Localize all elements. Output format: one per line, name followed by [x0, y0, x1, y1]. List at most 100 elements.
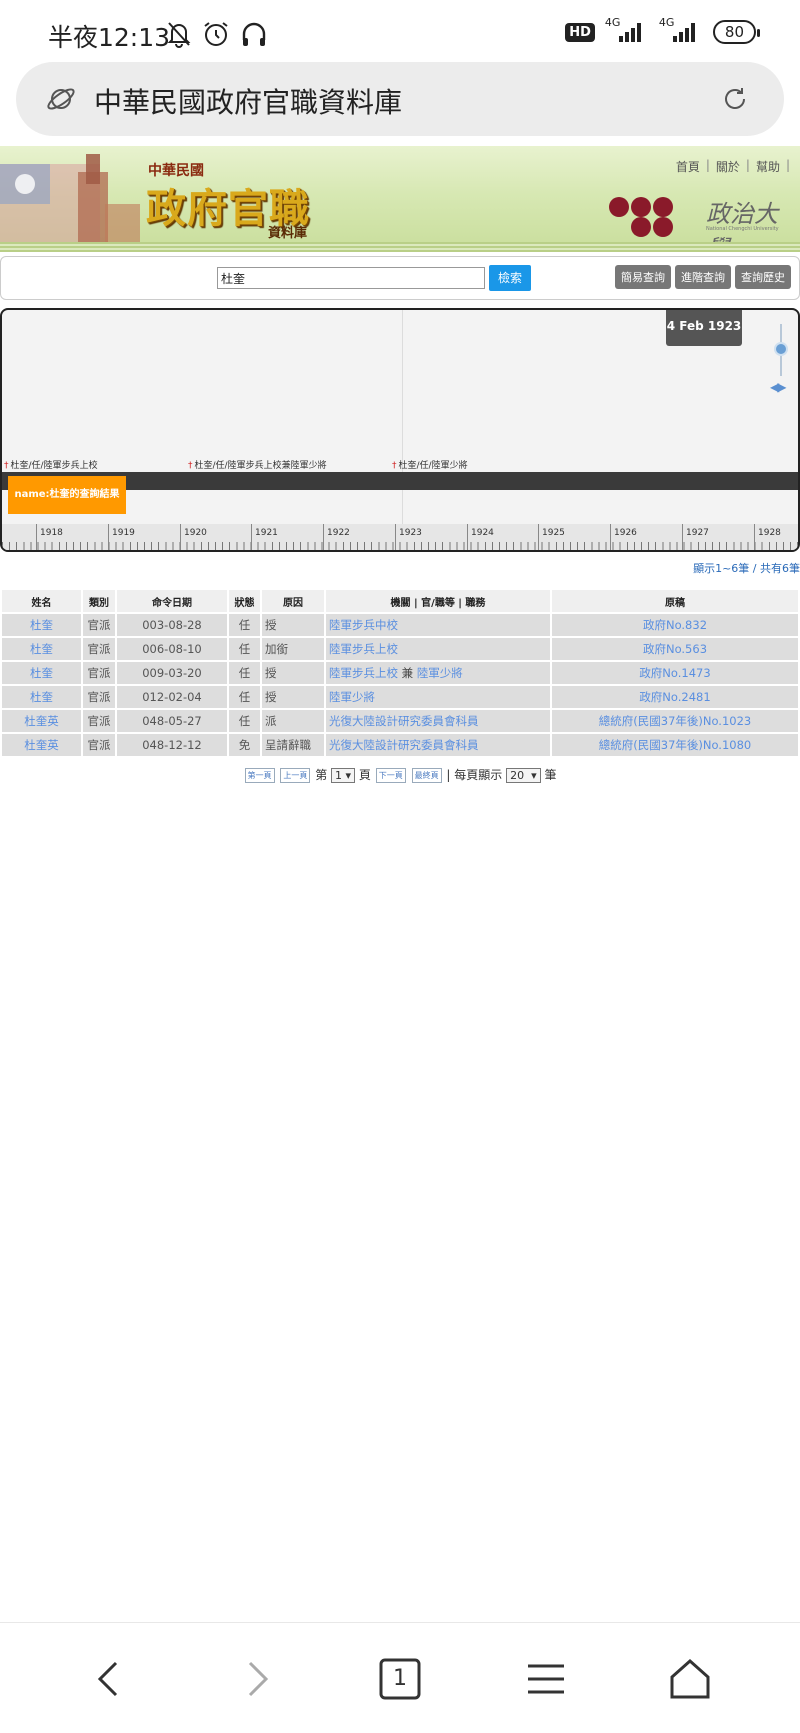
reload-icon[interactable] — [720, 84, 750, 118]
year-label: 1928 — [758, 528, 781, 538]
timeline-current-date: 4 Feb 1923 — [666, 310, 742, 346]
column-header[interactable]: 狀態 — [229, 590, 260, 612]
date-cell: 006-08-10 — [117, 638, 227, 660]
tabs-icon[interactable]: 1 — [370, 1649, 430, 1709]
search-bar: 檢索 簡易查詢 進階查詢 查詢歷史 — [0, 256, 800, 300]
query-history-button[interactable]: 查詢歷史 — [735, 265, 791, 289]
post-link[interactable]: 陸軍步兵上校 — [329, 666, 398, 680]
query-mode-buttons: 簡易查詢 進階查詢 查詢歷史 — [615, 265, 791, 289]
year-label: 1922 — [327, 528, 350, 538]
university-logo-en: National Chengchi University — [706, 226, 779, 232]
year-label: 1921 — [255, 528, 278, 538]
post-link[interactable]: 陸軍步兵上校 — [326, 638, 550, 660]
source-link[interactable]: 總統府(民國37年後)No.1080 — [552, 734, 798, 756]
timeline-event[interactable]: † 杜奎/任/陸軍步兵上校兼陸軍少將 — [188, 458, 327, 471]
column-header[interactable]: 命令日期 — [117, 590, 227, 612]
person-name-link[interactable]: 杜奎英 — [2, 710, 81, 732]
table-row: 杜奎 官派 003-08-28 任 授 陸軍步兵中校 政府No.832 — [2, 614, 798, 636]
address-bar[interactable]: 中華民國政府官職資料庫 — [16, 62, 784, 136]
status-cell: 免 — [229, 734, 260, 756]
person-name-link[interactable]: 杜奎英 — [2, 734, 81, 756]
post-link-extra[interactable]: 陸軍少將 — [417, 666, 463, 680]
status-cell: 任 — [229, 638, 260, 660]
site-header: 中華民國 政府官職 資料庫 首頁| 關於| 幫助| 政治大學 National … — [0, 146, 800, 252]
home-icon[interactable] — [660, 1649, 720, 1709]
source-link[interactable]: 總統府(民國37年後)No.1023 — [552, 710, 798, 732]
reason-cell: 授 — [262, 686, 324, 708]
date-cell: 012-02-04 — [117, 686, 227, 708]
prev-page-button[interactable]: 上一頁 — [280, 768, 311, 783]
page-select[interactable]: 1 ▾ — [331, 768, 356, 783]
year-label: 1924 — [471, 528, 494, 538]
simple-query-button[interactable]: 簡易查詢 — [615, 265, 671, 289]
nav-about[interactable]: 關於 — [716, 158, 740, 175]
person-name-link[interactable]: 杜奎 — [2, 638, 81, 660]
person-name-link[interactable]: 杜奎 — [2, 662, 81, 684]
reason-cell: 加銜 — [262, 638, 324, 660]
source-link[interactable]: 政府No.2481 — [552, 686, 798, 708]
table-row: 杜奎 官派 006-08-10 任 加銜 陸軍步兵上校 政府No.563 — [2, 638, 798, 660]
reason-cell: 授 — [262, 662, 324, 684]
forward-icon[interactable] — [226, 1649, 286, 1709]
source-link[interactable]: 政府No.832 — [552, 614, 798, 636]
person-name-link[interactable]: 杜奎 — [2, 686, 81, 708]
per-page-select[interactable]: 20 ▾ — [506, 768, 541, 783]
status-cell: 任 — [229, 686, 260, 708]
zoom-knob[interactable] — [774, 342, 788, 356]
column-header[interactable]: 原因 — [262, 590, 324, 612]
pan-arrows-icon[interactable]: ◀▶ — [770, 380, 787, 394]
year-label: 1920 — [184, 528, 207, 538]
table-row: 杜奎英 官派 048-05-27 任 派 光復大陸設計研究委員會科員 總統府(民… — [2, 710, 798, 732]
timeline-axis: 1918 1919 1920 1921 1922 1923 1924 1925 … — [2, 524, 798, 550]
browser-bottom-nav: 1 — [0, 1622, 800, 1733]
source-link[interactable]: 政府No.563 — [552, 638, 798, 660]
battery-indicator: 80 — [712, 20, 761, 44]
date-cell: 009-03-20 — [117, 662, 227, 684]
nav-home[interactable]: 首頁 — [676, 158, 700, 175]
column-header[interactable]: 姓名 — [2, 590, 81, 612]
tab-count: 1 — [393, 1666, 407, 1691]
timeline-event[interactable]: † 杜奎/任/陸軍步兵上校 — [4, 458, 98, 471]
flag-building-logo — [0, 154, 140, 249]
column-header[interactable]: 機關 | 官/職等 | 職務 — [326, 590, 550, 612]
timeline[interactable]: 4 Feb 1923 ◀▶ † 杜奎/任/陸軍步兵上校 † 杜奎/任/陸軍步兵上校兼… — [0, 308, 800, 552]
column-header[interactable]: 類別 — [83, 590, 115, 612]
category-cell: 官派 — [83, 662, 115, 684]
timeline-result-label[interactable]: name:杜奎的查詢結果 — [8, 476, 126, 514]
post-link[interactable]: 陸軍少將 — [326, 686, 550, 708]
search-input[interactable] — [217, 267, 485, 289]
category-cell: 官派 — [83, 638, 115, 660]
timeline-event[interactable]: † 杜奎/任/陸軍少將 — [392, 458, 468, 471]
headphones-icon — [240, 20, 268, 52]
page-prefix: 第 — [315, 768, 328, 782]
alarm-icon — [202, 20, 230, 52]
date-cell: 003-08-28 — [117, 614, 227, 636]
category-cell: 官派 — [83, 614, 115, 636]
date-cell: 048-05-27 — [117, 710, 227, 732]
per-page-prefix: | 每頁顯示 — [446, 768, 503, 782]
reason-cell: 派 — [262, 710, 324, 732]
source-link[interactable]: 政府No.1473 — [552, 662, 798, 684]
post-cell: 陸軍步兵上校 兼 陸軍少將 — [326, 662, 550, 684]
person-name-link[interactable]: 杜奎 — [2, 614, 81, 636]
date-cell: 048-12-12 — [117, 734, 227, 756]
column-header[interactable]: 原稿 — [552, 590, 798, 612]
menu-icon[interactable] — [516, 1649, 576, 1709]
last-page-button[interactable]: 最終頁 — [411, 768, 442, 783]
post-link[interactable]: 陸軍步兵中校 — [326, 614, 550, 636]
page-title[interactable]: 中華民國政府官職資料庫 — [94, 81, 402, 121]
hd-badge: HD — [565, 22, 595, 42]
advanced-query-button[interactable]: 進階查詢 — [675, 265, 731, 289]
back-icon[interactable] — [80, 1649, 140, 1709]
nav-help[interactable]: 幫助 — [756, 158, 780, 175]
year-label: 1923 — [399, 528, 422, 538]
pagination: 第一頁 上一頁 第 1 ▾ 頁 下一頁 最終頁 | 每頁顯示 20 ▾ 筆 — [0, 766, 800, 783]
search-button[interactable]: 檢索 — [489, 265, 531, 291]
timeline-zoom-slider[interactable]: ◀▶ — [770, 318, 792, 394]
first-page-button[interactable]: 第一頁 — [244, 768, 275, 783]
category-cell: 官派 — [83, 686, 115, 708]
table-header-row: 姓名 類別 命令日期 狀態 原因 機關 | 官/職等 | 職務 原稿 — [2, 590, 798, 612]
post-link[interactable]: 光復大陸設計研究委員會科員 — [326, 734, 550, 756]
post-link[interactable]: 光復大陸設計研究委員會科員 — [326, 710, 550, 732]
next-page-button[interactable]: 下一頁 — [375, 768, 406, 783]
